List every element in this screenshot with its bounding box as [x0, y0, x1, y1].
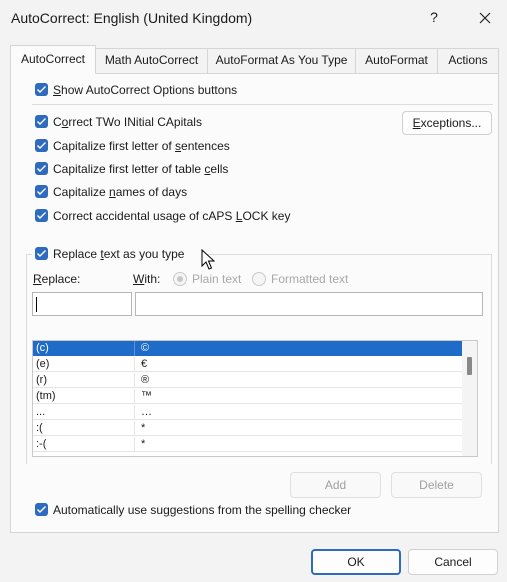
replace-cell: ...: [36, 406, 46, 418]
correct-two-initial-capitals-label: Correct TWo INitial CApitals: [53, 115, 202, 129]
tab-autoformat-as-you-type[interactable]: AutoFormat As You Type: [207, 48, 356, 73]
replace-cell: (r): [36, 374, 47, 386]
checkbox-checked-icon: [35, 247, 48, 260]
with-cell: …: [141, 406, 152, 418]
with-cell: ©: [141, 342, 150, 354]
plain-text-label: Plain text: [192, 272, 242, 286]
checkbox-checked-icon: [35, 503, 48, 516]
replace-label: Replace:: [33, 272, 81, 286]
title-bar: AutoCorrect: English (United Kingdom) ?: [0, 0, 507, 36]
tab-math-autocorrect[interactable]: Math AutoCorrect: [95, 48, 208, 73]
capitalize-table-cells-label: Capitalize first letter of table cells: [53, 162, 229, 176]
table-row[interactable]: (e) €: [33, 357, 463, 372]
close-button[interactable]: [472, 5, 498, 31]
table-row[interactable]: :( *: [33, 421, 463, 436]
replace-cell: :-(: [36, 438, 47, 450]
radio-unselected-icon: [252, 272, 266, 286]
scrollbar-thumb[interactable]: [467, 357, 472, 375]
table-row[interactable]: ... …: [33, 405, 463, 420]
replace-as-you-type-label: Replace text as you type: [53, 247, 185, 261]
exceptions-button[interactable]: Exceptions...: [402, 111, 492, 135]
with-cell: €: [141, 358, 148, 370]
tab-autoformat[interactable]: AutoFormat: [355, 48, 438, 73]
with-cell: ®: [141, 374, 150, 386]
with-label: With:: [133, 272, 161, 286]
with-cell: *: [141, 438, 146, 450]
table-row[interactable]: (r) ®: [33, 373, 463, 388]
tab-actions[interactable]: Actions: [437, 48, 499, 73]
checkbox-checked-icon: [35, 115, 48, 128]
show-autocorrect-options-label: Show AutoCorrect Options buttons: [53, 83, 238, 97]
capitalize-sentences-label: Capitalize first letter of sentences: [53, 139, 230, 153]
replace-cell: :(: [36, 422, 43, 434]
with-input[interactable]: [135, 292, 483, 316]
checkbox-checked-icon: [35, 139, 48, 152]
delete-button[interactable]: Delete: [391, 472, 482, 498]
close-icon: [479, 12, 491, 24]
caps-lock-label: Correct accidental usage of cAPS LOCK ke…: [53, 209, 291, 223]
list-scrollbar[interactable]: [462, 341, 477, 456]
dialog-title: AutoCorrect: English (United Kingdom): [11, 10, 253, 26]
formatted-text-label: Formatted text: [271, 272, 349, 286]
replace-input[interactable]: [32, 292, 132, 316]
table-row[interactable]: (tm) ™: [33, 389, 463, 404]
formatted-text-radio[interactable]: Formatted text: [252, 271, 352, 287]
checkbox-checked-icon: [35, 162, 48, 175]
groupbox-border: [26, 254, 27, 464]
checkbox-checked-icon: [35, 209, 48, 222]
add-button[interactable]: Add: [290, 472, 381, 498]
groupbox-border: [208, 254, 492, 255]
cancel-button[interactable]: Cancel: [408, 549, 498, 575]
replace-cell: (c): [36, 342, 49, 354]
checkbox-checked-icon: [35, 83, 48, 96]
checkbox-checked-icon: [35, 185, 48, 198]
autocorrect-entries-list[interactable]: (c) © (e) € (r) ® (tm) ™ ... … :( * :-( …: [32, 340, 478, 457]
table-row[interactable]: (c) ©: [33, 341, 463, 356]
groupbox-border: [491, 254, 492, 464]
help-button[interactable]: ?: [424, 9, 444, 29]
tab-autocorrect[interactable]: AutoCorrect: [10, 45, 96, 74]
text-caret: [36, 297, 37, 312]
separator: [32, 104, 493, 105]
capitalize-days-label: Capitalize names of days: [53, 185, 188, 199]
spelling-suggestions-label: Automatically use suggestions from the s…: [53, 503, 352, 517]
radio-selected-icon: [173, 272, 187, 286]
with-cell: ™: [141, 390, 152, 402]
plain-text-radio[interactable]: Plain text: [173, 271, 253, 287]
table-row[interactable]: :-( *: [33, 437, 463, 452]
replace-cell: (tm): [36, 390, 56, 402]
replace-cell: (e): [36, 358, 50, 370]
with-cell: *: [141, 422, 146, 434]
ok-button[interactable]: OK: [311, 549, 401, 575]
